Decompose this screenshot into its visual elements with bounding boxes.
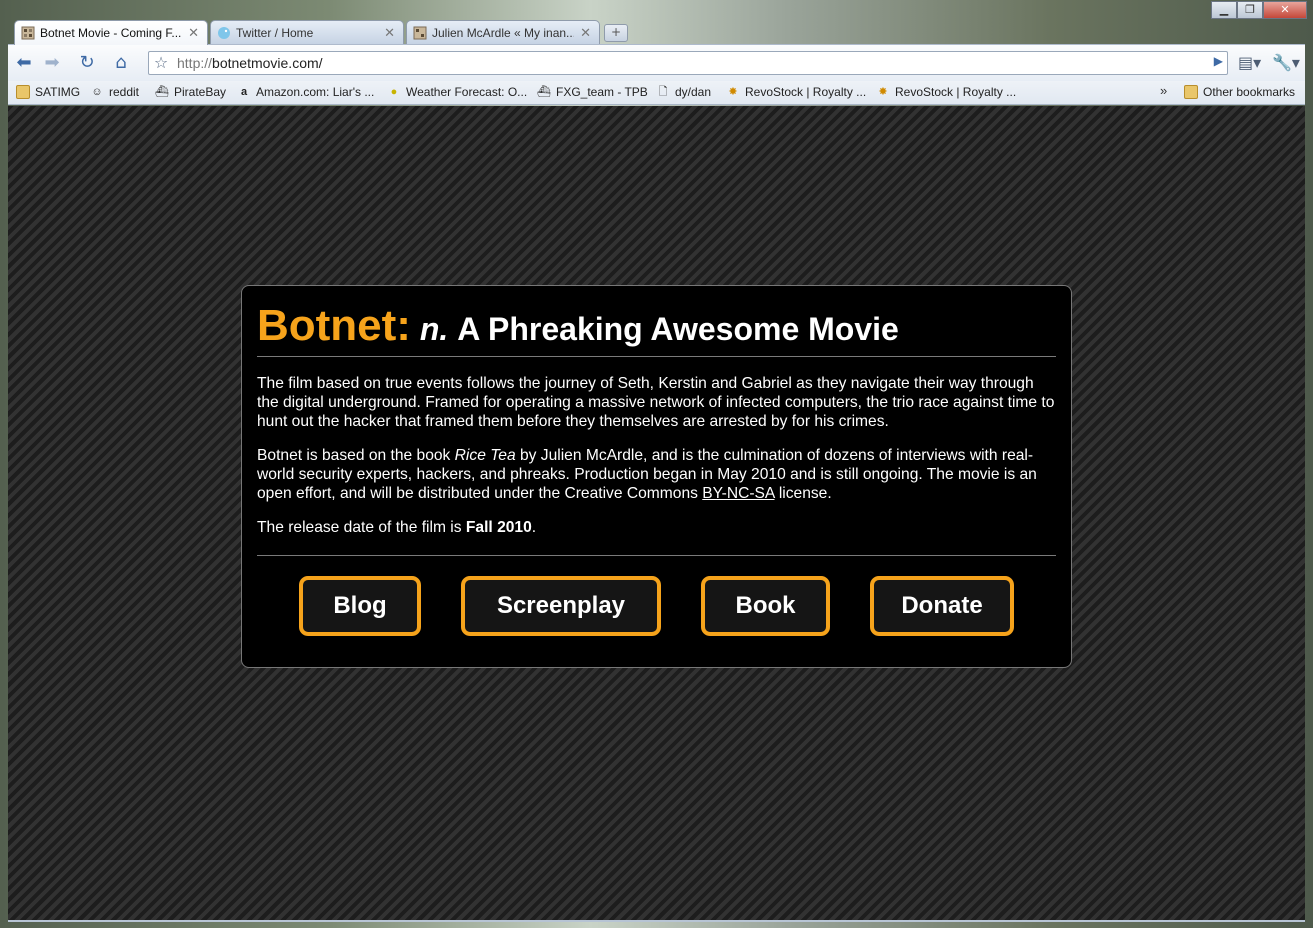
screenplay-button[interactable]: Screenplay (461, 576, 661, 636)
bookmark-amazon[interactable]: a Amazon.com: Liar's ... (237, 85, 374, 99)
other-bookmarks-label: Other bookmarks (1203, 85, 1296, 99)
book-button[interactable]: Book (701, 576, 830, 636)
page-grid-icon (21, 26, 35, 40)
page-menu-icon[interactable]: ▤▾ (1238, 53, 1261, 72)
reload-icon[interactable]: ↻ (75, 52, 99, 74)
synopsis-paragraph: The film based on true events follows th… (257, 375, 1055, 430)
tab-title: Twitter / Home (236, 25, 314, 40)
bookmark-star-icon[interactable]: ☆ (150, 53, 172, 73)
forward-arrow-icon[interactable]: ➡ (40, 52, 64, 74)
new-tab-button[interactable]: + (604, 24, 628, 42)
release-text: . (531, 519, 537, 536)
page-viewport: Botnet: n. A Phreaking Awesome Movie The… (8, 106, 1305, 920)
wrench-menu-icon[interactable]: 🔧▾ (1272, 53, 1300, 72)
other-bookmarks[interactable]: Other bookmarks (1184, 85, 1295, 99)
minimize-icon[interactable]: ▁ (1211, 1, 1237, 19)
tab-botnet-movie[interactable]: Botnet Movie - Coming F... ✕ (14, 20, 208, 45)
bookmark-label: PirateBay (174, 85, 227, 99)
address-bar[interactable]: ☆ http://botnetmovie.com/ ▶ (148, 51, 1228, 75)
page-icon: 🗋 (658, 86, 668, 98)
folder-icon (1184, 85, 1198, 99)
navigation-toolbar: ⬅ ➡ ↻ ⌂ ☆ http://botnetmovie.com/ ▶ ▤▾ 🔧… (8, 44, 1305, 81)
close-window-icon[interactable]: ✕ (1263, 1, 1307, 19)
bookmark-revostock-2[interactable]: ✸ RevoStock | Royalty ... (876, 85, 1016, 99)
page-grid-icon (413, 26, 427, 39)
tab-strip: Botnet Movie - Coming F... ✕ Twitter / H… (0, 0, 1313, 45)
reddit-icon: ☺ (91, 86, 103, 98)
amazon-icon: a (240, 86, 248, 98)
release-paragraph: The release date of the film is Fall 201… (257, 518, 1056, 537)
title-part-of-speech: n. (419, 311, 449, 347)
bookmark-label: reddit (109, 85, 140, 99)
bookmarks-bar: SATIMG ☺ reddit ⛴ PirateBay a Amazon.com: L… (8, 81, 1305, 105)
bookmark-dydan[interactable]: 🗋 dy/dan (656, 85, 711, 99)
bookmark-label: RevoStock | Royalty ... (745, 85, 867, 99)
bookmark-label: FXG_team - TPB (556, 85, 648, 99)
bookmark-reddit[interactable]: ☺ reddit (90, 85, 139, 99)
window-bottom-border (8, 920, 1305, 922)
title-tagline: A Phreaking Awesome Movie (457, 311, 899, 347)
blog-button[interactable]: Blog (299, 576, 421, 636)
url-text[interactable]: http://botnetmovie.com/ (177, 55, 323, 71)
go-arrow-icon[interactable]: ▶ (1214, 54, 1223, 68)
twitter-bird-icon (218, 26, 230, 39)
license-link[interactable]: BY-NC-SA (702, 485, 774, 502)
bookmark-satimg[interactable]: SATIMG (16, 85, 80, 99)
bookmark-label: Weather Forecast: O... (406, 85, 528, 99)
about-text: Botnet is based on the book (257, 447, 455, 464)
browser-window: Botnet Movie - Coming F... ✕ Twitter / H… (0, 0, 1313, 928)
revostock-icon: ✸ (728, 86, 738, 98)
revostock-icon: ✸ (878, 86, 888, 98)
tab-title: Botnet Movie - Coming F... (40, 26, 182, 40)
donate-button[interactable]: Donate (870, 576, 1014, 636)
tab-julien-mcardle[interactable]: Julien McArdle « My inan... ✕ (406, 20, 600, 44)
weather-icon: ● (390, 86, 398, 98)
close-tab-icon[interactable]: ✕ (384, 25, 395, 41)
tab-title: Julien McArdle « My inan... (432, 25, 575, 40)
close-tab-icon[interactable]: ✕ (188, 25, 199, 41)
back-arrow-icon[interactable]: ⬅ (12, 52, 36, 74)
folder-icon (16, 85, 30, 99)
about-text: license. (774, 485, 832, 502)
release-date: Fall 2010 (465, 519, 532, 536)
home-icon[interactable]: ⌂ (109, 52, 133, 74)
bookmark-revostock-1[interactable]: ✸ RevoStock | Royalty ... (726, 85, 866, 99)
close-tab-icon[interactable]: ✕ (580, 25, 591, 41)
restore-icon[interactable]: ❐ (1237, 1, 1263, 19)
bookmark-label: Amazon.com: Liar's ... (256, 85, 375, 99)
title-brand: Botnet: (257, 301, 411, 350)
more-bookmarks-chevron-icon[interactable]: » (1160, 83, 1167, 98)
pirate-ship-icon: ⛴ (155, 86, 169, 98)
bookmark-fxg-team[interactable]: ⛴ FXG_team - TPB (537, 85, 648, 99)
page-title: Botnet: n. A Phreaking Awesome Movie (257, 301, 1056, 357)
about-paragraph: Botnet is based on the book Rice Tea by … (257, 446, 1056, 503)
content-card: Botnet: n. A Phreaking Awesome Movie The… (241, 285, 1072, 668)
window-controls: ▁ ❐ ✕ (1211, 1, 1307, 20)
bookmark-label: SATIMG (35, 85, 81, 99)
tab-twitter[interactable]: Twitter / Home ✕ (210, 20, 404, 44)
nav-buttons: Blog Screenplay Book Donate (257, 556, 1056, 636)
bookmark-piratebay[interactable]: ⛴ PirateBay (155, 85, 226, 99)
bookmark-label: RevoStock | Royalty ... (895, 85, 1017, 99)
pirate-ship-icon: ⛴ (537, 86, 551, 98)
bookmark-label: dy/dan (675, 85, 712, 99)
bookmark-weather[interactable]: ● Weather Forecast: O... (387, 85, 527, 99)
url-host: botnetmovie.com/ (212, 55, 323, 71)
release-text: The release date of the film is (257, 519, 466, 536)
book-title: Rice Tea (454, 447, 516, 464)
url-protocol: http:// (177, 55, 213, 71)
